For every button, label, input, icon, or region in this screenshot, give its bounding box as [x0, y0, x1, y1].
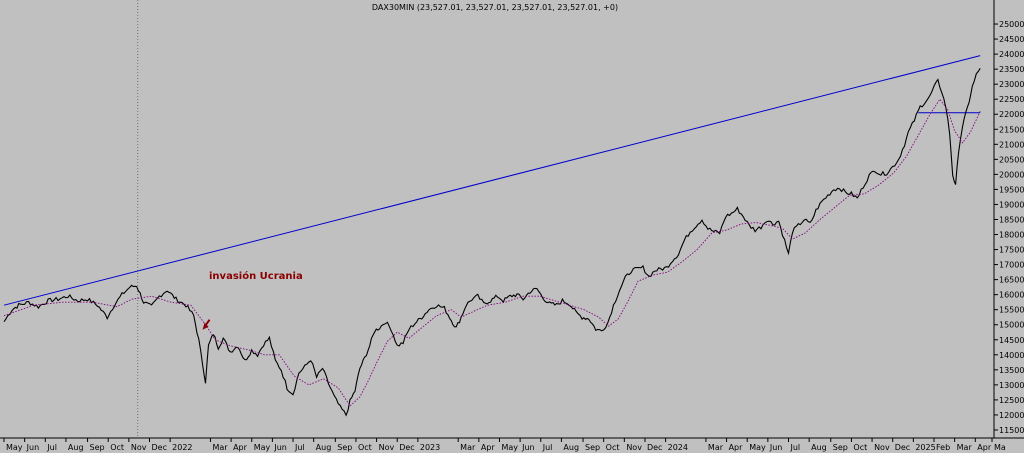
x-tick-label: Dec [895, 443, 910, 452]
y-tick-label: 12000 [999, 411, 1024, 420]
x-tick-label: Dec [647, 443, 662, 452]
y-tick-label: 15000 [999, 321, 1024, 330]
x-tick-label: 2022 [172, 443, 192, 452]
x-tick-label: Jun [769, 443, 783, 452]
y-tick-label: 12500 [999, 396, 1024, 405]
y-tick-label: 14000 [999, 351, 1024, 360]
y-tick-label: 19500 [999, 185, 1024, 194]
x-tick-label: Sep [337, 443, 352, 452]
y-tick-label: 24500 [999, 35, 1024, 44]
chart: 11500 12000 12500 13000 13500 14000 14500 15000… [0, 0, 1024, 453]
x-tick-label: Ma [994, 443, 1006, 452]
y-tick-label: 17000 [999, 261, 1024, 270]
y-tick-label: 21000 [999, 140, 1024, 149]
x-tick-label: Mar [460, 443, 476, 452]
y-tick-label: 22000 [999, 110, 1024, 119]
x-tick-label: Apr [481, 443, 496, 452]
x-tick-label: Nov [874, 443, 890, 452]
y-tick-label: 17500 [999, 246, 1024, 255]
x-tick-label: Aug [316, 443, 332, 452]
x-tick-label: Oct [853, 443, 867, 452]
y-tick-label: 20000 [999, 170, 1024, 179]
y-tick-label: 16500 [999, 276, 1024, 285]
annotation-label: invasión Ucrania [209, 270, 303, 282]
x-tick-label: Apr [977, 443, 992, 452]
x-tick-label: Jul [46, 443, 57, 452]
x-tick-label: Jul [790, 443, 801, 452]
y-tick-label: 15500 [999, 306, 1024, 315]
x-tick-label: Dec [399, 443, 414, 452]
x-tick-label: Oct [110, 443, 124, 452]
x-tick-label: Apr [233, 443, 248, 452]
y-tick-label: 13000 [999, 381, 1024, 390]
y-tick-label: 13500 [999, 366, 1024, 375]
x-tick-label: May [501, 443, 518, 452]
y-tick-label: 14500 [999, 336, 1024, 345]
y-tick-label: 23000 [999, 80, 1024, 89]
y-tick-label: 24000 [999, 50, 1024, 59]
y-tick-label: 22500 [999, 95, 1024, 104]
x-tick-label: Dec [151, 443, 166, 452]
x-tick-label: Oct [606, 443, 620, 452]
x-tick-label: Nov [131, 443, 147, 452]
y-tick-label: 21500 [999, 125, 1024, 134]
x-tick-label: Sep [585, 443, 600, 452]
plot-background [0, 0, 1024, 453]
x-tick-label: 2024 [668, 443, 688, 452]
x-tick-label: Oct [358, 443, 372, 452]
x-tick-label: Aug [68, 443, 84, 452]
x-tick-label: Mar [708, 443, 724, 452]
x-tick-label: Nov [379, 443, 395, 452]
x-tick-label: Jul [294, 443, 305, 452]
y-tick-label: 18000 [999, 231, 1024, 240]
x-tick-label: 2025 [915, 443, 935, 452]
x-tick-label: Jun [521, 443, 535, 452]
y-tick-label: 18500 [999, 215, 1024, 224]
x-tick-label: Aug [563, 443, 579, 452]
x-tick-label: Jun [26, 443, 40, 452]
x-tick-label: May [254, 443, 271, 452]
x-tick-label: Jun [273, 443, 287, 452]
x-tick-label: Jul [542, 443, 553, 452]
y-tick-label: 19000 [999, 200, 1024, 209]
x-tick-label: Mar [957, 443, 973, 452]
x-tick-label: Apr [729, 443, 744, 452]
chart-title: DAX30MIN (23,527.01, 23,527.01, 23,527.0… [372, 3, 618, 12]
x-tick-label: Sep [833, 443, 848, 452]
y-tick-label: 16000 [999, 291, 1024, 300]
y-tick-label: 25000 [999, 20, 1024, 29]
x-tick-label: Aug [811, 443, 827, 452]
x-tick-label: May [6, 443, 23, 452]
x-tick-label: May [749, 443, 766, 452]
y-tick-label: 11500 [999, 426, 1024, 435]
x-tick-label: Nov [626, 443, 642, 452]
chart-svg: 11500 12000 12500 13000 13500 14000 14500 15000… [0, 0, 1024, 453]
x-tick-label: Sep [90, 443, 105, 452]
y-tick-label: 23500 [999, 65, 1024, 74]
y-tick-label: 20500 [999, 155, 1024, 164]
x-tick-label: Feb [936, 443, 950, 452]
x-tick-label: Mar [212, 443, 228, 452]
x-tick-label: 2023 [420, 443, 440, 452]
